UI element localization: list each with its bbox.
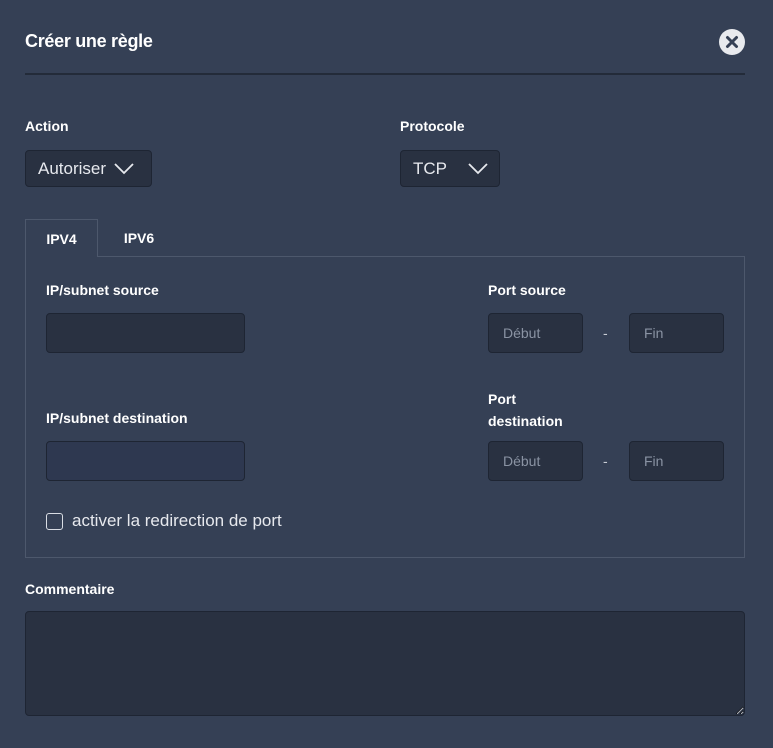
protocol-value: TCP xyxy=(413,158,447,178)
dialog-title: Créer une règle xyxy=(25,31,153,51)
protocol-select[interactable]: TCP xyxy=(400,150,500,187)
port-source-label: Port source xyxy=(488,282,566,298)
action-select[interactable]: Autoriser xyxy=(25,150,152,187)
protocol-label: Protocole xyxy=(400,118,465,134)
close-button[interactable] xyxy=(719,29,745,55)
chevron-down-icon xyxy=(114,162,134,174)
port-source-end-input[interactable] xyxy=(629,313,724,353)
tab-ipv6[interactable]: IPV6 xyxy=(104,219,174,257)
port-destination-label: Port destination xyxy=(488,388,563,432)
port-source-separator: - xyxy=(603,325,608,341)
destination-label: IP/subnet destination xyxy=(46,410,188,426)
comment-label: Commentaire xyxy=(25,581,115,597)
destination-ip-input[interactable] xyxy=(46,441,245,481)
title-divider xyxy=(25,73,745,75)
port-destination-label-line1: Port xyxy=(488,391,516,407)
port-destination-label-line2: destination xyxy=(488,413,563,429)
port-source-start-input[interactable] xyxy=(488,313,583,353)
tab-ipv4[interactable]: IPV4 xyxy=(25,219,98,257)
comment-textarea[interactable] xyxy=(25,611,745,716)
action-value: Autoriser xyxy=(38,158,107,178)
source-label: IP/subnet source xyxy=(46,282,159,298)
port-forward-label[interactable]: activer la redirection de port xyxy=(72,511,282,531)
port-destination-end-input[interactable] xyxy=(629,441,724,481)
action-label: Action xyxy=(25,118,69,134)
port-destination-start-input[interactable] xyxy=(488,441,583,481)
chevron-down-icon xyxy=(468,162,488,174)
port-forward-checkbox[interactable] xyxy=(46,513,63,530)
port-destination-separator: - xyxy=(603,453,608,469)
source-ip-input[interactable] xyxy=(46,313,245,353)
close-icon xyxy=(726,36,738,48)
